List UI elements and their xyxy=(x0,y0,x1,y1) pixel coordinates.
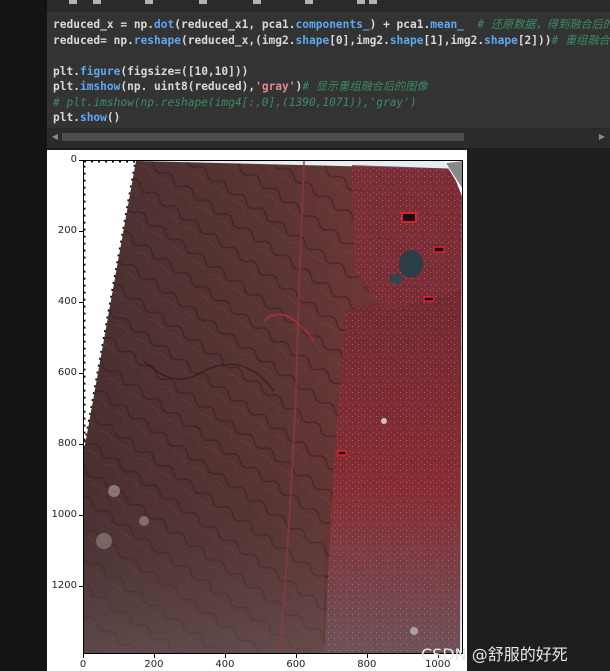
code-token: show xyxy=(79,111,107,124)
y-tick-label: 800 xyxy=(57,438,77,450)
y-tick-mark xyxy=(79,444,83,446)
x-tick-label: 200 xyxy=(144,659,164,670)
code-token: [0],img2. xyxy=(329,33,390,47)
code-token: # 重组融合后的 xyxy=(551,33,610,47)
x-tick-mark xyxy=(366,654,368,658)
x-tick-mark xyxy=(83,654,84,658)
code-token: [1],img2. xyxy=(423,33,485,47)
code-token: (figsize=([10,10])) xyxy=(120,64,249,78)
scroll-right-icon[interactable]: ▶ xyxy=(597,132,607,142)
y-tick-label: 400 xyxy=(57,296,77,308)
code-line[interactable]: reduced_x = np.dot(reduced_x1, pca1.comp… xyxy=(53,17,610,32)
y-tick-mark xyxy=(79,302,83,304)
code-token: dot xyxy=(154,18,175,31)
y-tick-mark xyxy=(79,160,83,161)
horizontal-scrollbar[interactable]: ◀ ▶ xyxy=(47,130,610,144)
watermark: CSDN @舒服的好死 xyxy=(421,645,568,664)
code-line[interactable]: plt.figure(figsize=([10,10])) xyxy=(53,64,248,79)
code-line[interactable]: plt.show() xyxy=(53,110,120,125)
x-tick-label: 0 xyxy=(79,659,87,670)
code-token: plt. xyxy=(53,64,80,78)
y-tick-label: 0 xyxy=(70,154,77,165)
y-tick-mark xyxy=(79,515,83,517)
code-token: # 显示重组融合后的图像 xyxy=(302,80,428,93)
code-token: figure xyxy=(79,64,121,78)
code-token: mean_ xyxy=(430,18,464,31)
y-tick-mark xyxy=(79,373,83,375)
code-line[interactable]: # plt.imshow(np.reshape(img4[:,0],(1390,… xyxy=(53,95,417,110)
code-token: (np. uint8(reduced), xyxy=(120,80,256,93)
code-line[interactable]: reduced= np.reshape(reduced_x,(img2.shap… xyxy=(53,33,610,48)
code-token: plt. xyxy=(53,111,80,124)
y-tick-mark xyxy=(79,231,83,233)
code-token: ) + pca1. xyxy=(369,18,431,31)
code-token: reduced_x = np. xyxy=(53,18,155,31)
scroll-thumb[interactable] xyxy=(62,133,464,141)
code-token: plt. xyxy=(53,80,80,93)
left-gutter xyxy=(0,0,47,671)
code-token: # plt.imshow(np.reshape(img4[:,0],(1390,… xyxy=(53,95,417,109)
code-token: (reduced_x1, pca1. xyxy=(174,18,296,31)
code-token: (reduced_x,(img2. xyxy=(180,33,296,47)
code-token: 'gray' xyxy=(255,80,296,93)
y-tick-label: 1200 xyxy=(51,580,77,592)
code-token: components_ xyxy=(295,18,370,31)
code-token: shape xyxy=(295,33,330,47)
y-tick-label: 1000 xyxy=(51,509,77,521)
code-token: () xyxy=(106,111,121,124)
previous-line-tail xyxy=(47,0,610,8)
x-tick-label: 400 xyxy=(215,659,235,670)
x-tick-mark xyxy=(224,654,226,658)
code-cell[interactable]: reduced_x = np.dot(reduced_x1, pca1.comp… xyxy=(47,0,610,148)
scroll-left-icon[interactable]: ◀ xyxy=(50,132,60,142)
y-tick-label: 200 xyxy=(57,225,77,237)
code-token: shape xyxy=(484,33,518,47)
code-editor[interactable]: reduced_x = np.dot(reduced_x1, pca1.comp… xyxy=(47,12,610,128)
satellite-image xyxy=(84,161,462,653)
y-tick-label: 600 xyxy=(57,367,77,379)
code-token: shape xyxy=(389,33,424,47)
code-token: # 还原数据，得到融合后的数 xyxy=(463,18,610,31)
x-tick-label: 800 xyxy=(357,659,377,670)
code-token: reduced= np. xyxy=(53,33,134,47)
code-line[interactable]: plt.imshow(np. uint8(reduced),'gray')# 显… xyxy=(53,79,428,94)
output-cell: 0 200 400 600 800 1000 1200 0 200 400 600 800 1000 xyxy=(47,150,467,671)
code-token: imshow xyxy=(79,80,121,93)
code-token: [2])) xyxy=(517,33,552,47)
x-tick-mark xyxy=(153,654,155,658)
x-tick-label: 600 xyxy=(286,659,306,670)
code-token: reshape xyxy=(133,33,181,47)
plot-image-area xyxy=(83,160,463,654)
x-tick-mark xyxy=(295,654,297,658)
y-tick-mark xyxy=(79,586,83,588)
